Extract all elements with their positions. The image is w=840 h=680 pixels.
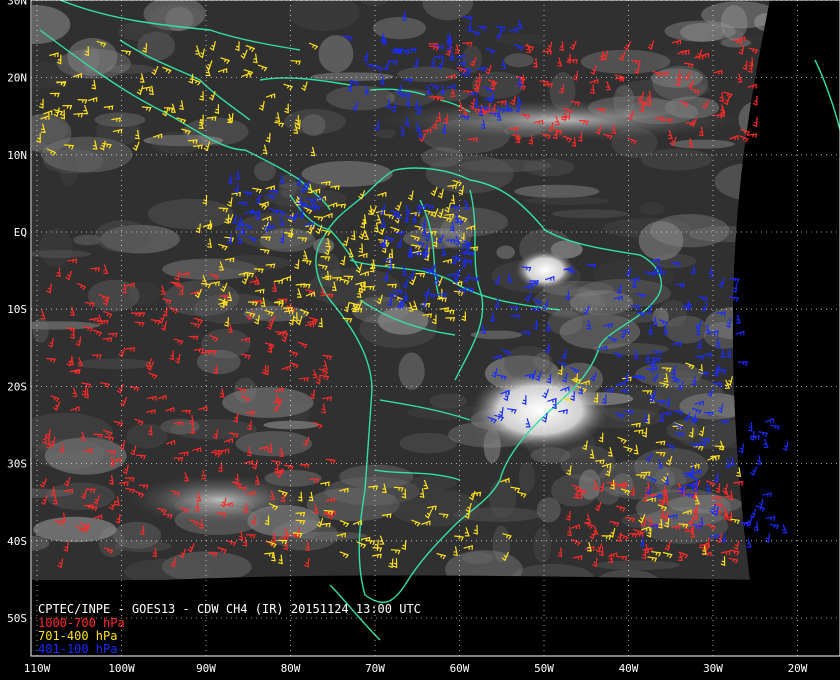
cloud-blob [496,245,516,260]
cloud-band-south [130,475,310,525]
longitude-label: 20W [788,662,808,675]
latitude-label: 30S [7,458,27,471]
cloud-blob [284,109,346,135]
cloud-blob [594,560,681,570]
cloud-blob [112,521,162,549]
cloud-blob [576,278,672,309]
cloud-blob [32,318,49,343]
cloud-blob [398,352,425,390]
cloud-blob [670,139,735,149]
cloud-blob [272,519,339,551]
cloud-blob [32,250,91,259]
cloud-blob [488,479,517,518]
cloud-blob [59,151,79,187]
cloud-blob [94,220,151,253]
cloud-blob [45,482,115,511]
cloud-blob [318,35,354,73]
latitude-label: 10S [7,303,27,316]
longitude-label: 70W [365,662,385,675]
cloud-blob [311,72,394,81]
cloud-blob [147,198,234,230]
cloud-blob [259,228,316,253]
cloud-blob [495,33,549,46]
cloud-blob [641,148,713,171]
cloud-blob [650,214,730,248]
longitude-label: 80W [281,662,301,675]
cloud-blob [217,255,291,271]
satellite-map: 30N 20N 10N EQ 10S 20S 30S 40S 50S 110W 100W 90W 80… [7,0,840,675]
longitude-label: 100W [108,662,135,675]
cloud-blob [720,4,748,41]
cloud-blob [32,113,72,154]
longitude-label: 90W [196,662,216,675]
longitude-label: 50W [534,662,554,675]
cloud-blob [67,38,118,76]
latitude-label: 20S [7,380,27,393]
cloud-blob [405,475,457,491]
latitude-label: 10N [7,149,27,162]
longitude-label: 60W [450,662,470,675]
cloud-blob [372,16,427,40]
latitude-label: 40S [7,535,27,548]
legend-high-level: 401-100 hPa [38,642,118,656]
latitude-label: EQ [14,226,27,239]
cloud-blob [518,461,535,494]
cloud-blob [263,420,319,430]
latitude-label: 20N [7,72,27,85]
cloud-blob [32,5,71,44]
latitude-label: 50S [7,612,27,625]
cloud-blob [126,423,168,449]
cloud-blob [504,53,534,68]
cloud-blob [33,516,117,543]
cloud-blob [533,527,552,563]
cloud-blob [313,238,335,254]
longitude-labels: 110W 100W 90W 80W 70W 60W 50W 40W 30W 20W [24,662,808,675]
cloud-blob [76,358,153,370]
cloud-blob [32,321,101,330]
cloud-blob [39,228,73,267]
cloud-blob [514,184,600,198]
cloud-blob [552,209,629,219]
cloud-blob [536,497,561,523]
longitude-label: 110W [24,662,51,675]
longitude-label: 40W [619,662,639,675]
cloud-blob [577,311,665,324]
latitude-label: 30N [7,0,27,7]
cloud-blob [32,412,114,453]
cloud-blob [525,196,610,205]
longitude-label: 30W [703,662,723,675]
cloud-blob [639,201,665,216]
cloud-blob [425,154,514,194]
cloud-blob [399,433,457,454]
cloud-blob [222,387,314,418]
latitude-labels: 30N 20N 10N EQ 10S 20S 30S 40S 50S [7,0,27,625]
product-title: CPTEC/INPE - GOES13 - CDW CH4 (IR) 20151… [38,602,421,616]
